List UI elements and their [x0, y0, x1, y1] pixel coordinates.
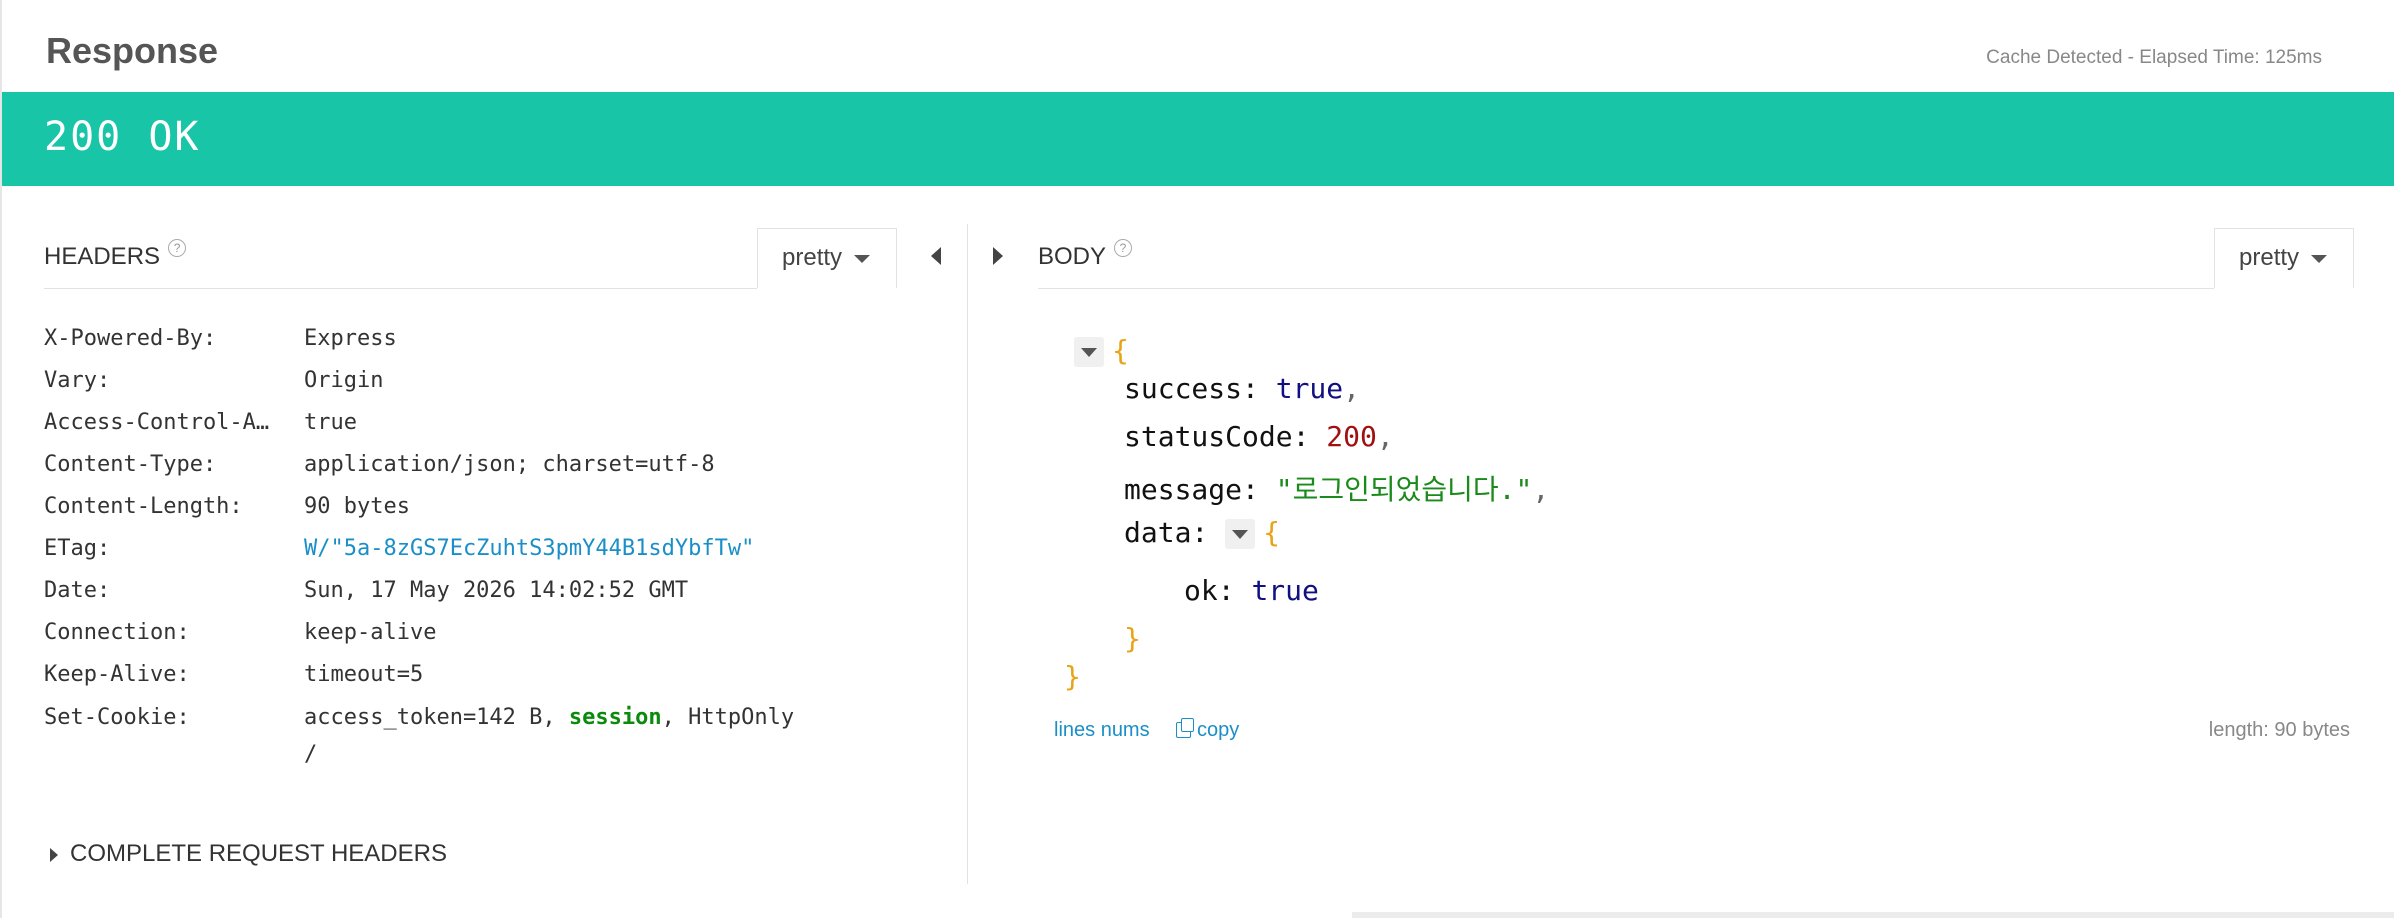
status-bar: 200 OK	[2, 92, 2394, 186]
header-name: ETag:	[44, 536, 111, 561]
json-line: success: true,	[1124, 372, 1360, 405]
header-value: access_token=142 B, session, HttpOnly	[304, 705, 794, 730]
collapse-toggle-icon[interactable]	[1225, 519, 1256, 549]
headers-title: HEADERS	[44, 243, 161, 270]
json-brace: }	[1124, 622, 1141, 655]
response-panel: Response Cache Detected - Elapsed Time: …	[0, 0, 2394, 918]
header-value: true	[304, 410, 357, 435]
cookie-value: access_token=142 B,	[304, 705, 569, 730]
json-comma: ,	[1532, 473, 1550, 506]
json-line: message: "로그인되었습니다.",	[1124, 468, 1549, 508]
cookie-session: session	[568, 705, 662, 730]
header-name: X-Powered-By:	[44, 326, 217, 351]
json-key: success:	[1124, 372, 1259, 405]
header-value: Origin	[304, 368, 384, 393]
body-section-title: BODY?	[1038, 239, 1133, 271]
json-brace: {	[1263, 516, 1281, 549]
body-length: length: 90 bytes	[2208, 719, 2350, 741]
json-value: true	[1251, 574, 1319, 607]
json-root-line: {	[1074, 334, 1129, 367]
header-value: timeout=5	[304, 662, 424, 687]
copy-label: copy	[1197, 719, 1240, 741]
body-format-label: pretty	[2239, 244, 2300, 271]
header-value: Sun, 17 May 2026 14:02:52 GMT	[304, 578, 689, 603]
header-name: Keep-Alive:	[44, 662, 190, 687]
json-comma: ,	[1376, 420, 1394, 453]
collapse-toggle-icon[interactable]	[1074, 337, 1104, 367]
headers-format-dropdown[interactable]: pretty	[757, 228, 897, 288]
json-brace: {	[1112, 334, 1129, 367]
header-value: Express	[304, 326, 397, 351]
body-format-dropdown[interactable]: pretty	[2214, 228, 2354, 288]
chevron-down-icon	[854, 254, 871, 263]
help-icon[interactable]: ?	[168, 239, 187, 257]
header-value: keep-alive	[304, 620, 437, 645]
header-name: Content-Length:	[44, 494, 243, 519]
complete-request-headers-label: COMPLETE REQUEST HEADERS	[70, 840, 447, 867]
body-title: BODY	[1038, 243, 1107, 270]
line-numbers-toggle[interactable]: lines nums	[1054, 719, 1150, 742]
json-comma: ,	[1343, 372, 1361, 405]
copy-icon	[1176, 718, 1194, 738]
json-value: true	[1275, 372, 1344, 405]
header-name: Access-Control-A…	[44, 410, 270, 435]
copy-button[interactable]: copy	[1176, 718, 1240, 742]
panel-divider[interactable]	[967, 224, 968, 884]
headers-rule	[44, 288, 757, 289]
headers-section-title: HEADERS?	[44, 239, 187, 271]
caret-right-icon	[50, 847, 58, 862]
response-title: Response	[46, 30, 219, 71]
json-key: message:	[1124, 473, 1259, 506]
header-value: 90 bytes	[304, 494, 410, 519]
header-name: Connection:	[44, 620, 190, 645]
json-line: data: {	[1124, 516, 1280, 549]
header-name: Vary:	[44, 368, 111, 393]
headers-format-label: pretty	[782, 244, 843, 271]
json-key: ok:	[1184, 574, 1235, 607]
json-key: data:	[1124, 516, 1209, 549]
cookie-path: /	[304, 742, 318, 767]
expand-right-icon[interactable]	[993, 247, 1003, 265]
chevron-down-icon	[2311, 254, 2328, 263]
json-line: ok: true	[1184, 574, 1319, 607]
scroll-edge	[1352, 912, 2394, 918]
body-rule	[1038, 288, 2214, 289]
help-icon[interactable]: ?	[1114, 239, 1133, 257]
elapsed-time: Cache Detected - Elapsed Time: 125ms	[1986, 47, 2322, 68]
json-brace: }	[1064, 660, 1081, 693]
json-value: 200	[1326, 420, 1377, 453]
header-name: Content-Type:	[44, 452, 217, 477]
json-key: statusCode:	[1124, 420, 1310, 453]
status-code: 200 OK	[44, 114, 201, 160]
etag-link[interactable]: W/"5a-8zGS7EcZuhtS3pmY44B1sdYbfTw"	[304, 536, 754, 561]
cookie-flags: , HttpOnly	[661, 705, 795, 730]
complete-request-headers-toggle[interactable]: COMPLETE REQUEST HEADERS	[50, 840, 447, 868]
collapse-left-icon[interactable]	[931, 247, 941, 265]
header-name: Date:	[44, 578, 111, 603]
header-value: application/json; charset=utf-8	[304, 452, 715, 477]
header-name: Set-Cookie:	[44, 705, 190, 730]
json-line: }	[1064, 660, 1081, 693]
json-line: statusCode: 200,	[1124, 420, 1394, 453]
json-line: }	[1124, 622, 1141, 655]
json-value: "로그인되었습니다."	[1275, 473, 1533, 506]
